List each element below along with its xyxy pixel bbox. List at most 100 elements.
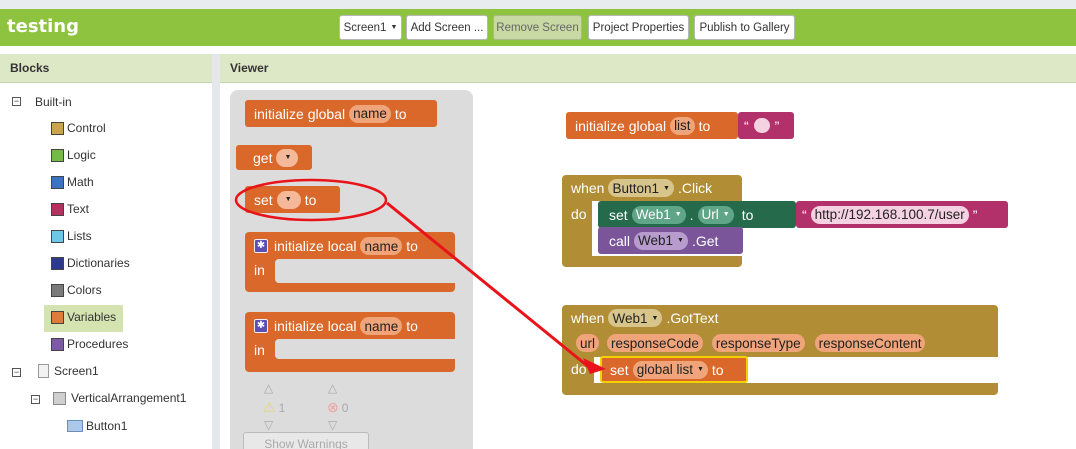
text-value-field[interactable] bbox=[753, 118, 770, 133]
set-global-list-block[interactable]: set global list ▼ to bbox=[600, 356, 748, 383]
component-dropdown[interactable]: Web1 ▼ bbox=[631, 205, 686, 224]
set-web1-url-block[interactable]: set Web1 ▼ . Url ▼ to bbox=[598, 201, 796, 228]
block-text: initialize global bbox=[575, 117, 667, 134]
tree-category-logic[interactable]: Logic bbox=[51, 148, 96, 162]
name-field[interactable]: name bbox=[360, 317, 403, 335]
collapse-icon[interactable]: − bbox=[12, 97, 21, 106]
block-text: set bbox=[610, 361, 629, 378]
arrangement-icon bbox=[53, 391, 66, 405]
warning-icon: ⚠ bbox=[263, 399, 276, 415]
chevron-down-icon: ▼ bbox=[722, 211, 730, 218]
variable-dropdown[interactable]: global list ▼ bbox=[632, 360, 708, 379]
add-screen-button[interactable]: Add Screen ... bbox=[406, 15, 488, 40]
tree-category-label: Math bbox=[67, 175, 94, 189]
warning-up-arrow[interactable]: △ bbox=[264, 381, 273, 395]
variable-dropdown[interactable]: ▼ bbox=[276, 148, 299, 167]
dropdown-value: Web1 bbox=[635, 207, 671, 222]
param-response-type[interactable]: responseType bbox=[711, 334, 805, 352]
tree-vertical-arrangement[interactable]: VerticalArrangement1 bbox=[53, 391, 186, 405]
flyout-init-global-block[interactable]: initialize global name to bbox=[245, 100, 437, 127]
tree-category-control[interactable]: Control bbox=[51, 121, 106, 135]
flyout-init-local-block-2[interactable]: ✱ initialize local name to in bbox=[245, 312, 455, 372]
property-dropdown[interactable]: Url ▼ bbox=[697, 205, 734, 224]
tree-category-label: Dictionaries bbox=[67, 256, 130, 270]
tree-category-math[interactable]: Math bbox=[51, 175, 94, 189]
blocks-panel-header: Blocks bbox=[0, 54, 212, 83]
call-web1-get-block[interactable]: call Web1 ▼ .Get bbox=[598, 227, 743, 254]
error-counter: ⊗ 0 bbox=[327, 399, 348, 416]
url-text-field[interactable]: http://192.168.100.7/user bbox=[810, 205, 969, 224]
name-field[interactable]: name bbox=[349, 104, 391, 123]
category-swatch-icon bbox=[51, 121, 64, 135]
block-text: when bbox=[571, 310, 605, 326]
block-text: call bbox=[609, 232, 631, 249]
warning-down-arrow[interactable]: ▽ bbox=[264, 418, 273, 432]
category-swatch-icon bbox=[51, 337, 64, 351]
block-text: to bbox=[741, 206, 754, 223]
tree-arrangement-label: VerticalArrangement1 bbox=[71, 391, 187, 405]
gear-icon[interactable]: ✱ bbox=[254, 319, 268, 333]
warning-count: 1 bbox=[278, 400, 286, 415]
tree-button1-label: Button1 bbox=[86, 419, 128, 433]
param-url[interactable]: url bbox=[576, 334, 600, 352]
gear-icon[interactable]: ✱ bbox=[254, 239, 268, 253]
show-warnings-button[interactable]: Show Warnings bbox=[243, 432, 369, 449]
block-text: to bbox=[394, 105, 407, 122]
tree-category-procedures[interactable]: Procedures bbox=[51, 337, 128, 351]
tree-screen1[interactable]: Screen1 bbox=[38, 364, 99, 378]
tree-category-variables[interactable]: Variables bbox=[51, 310, 116, 324]
component-dropdown[interactable]: Web1 ▼ bbox=[634, 231, 688, 250]
block-text: initialize local bbox=[274, 318, 357, 334]
panel-divider[interactable] bbox=[212, 54, 220, 449]
chevron-down-icon: ▼ bbox=[696, 366, 704, 373]
category-swatch-icon bbox=[51, 175, 64, 189]
tree-category-lists[interactable]: Lists bbox=[51, 229, 92, 243]
init-global-list-block[interactable]: initialize global list to bbox=[566, 112, 738, 139]
collapse-icon[interactable]: − bbox=[12, 368, 21, 377]
warning-counter: ⚠ 1 bbox=[263, 399, 285, 416]
tree-button1[interactable]: Button1 bbox=[67, 419, 127, 433]
block-text: to bbox=[698, 117, 711, 134]
screen-icon bbox=[38, 364, 49, 378]
screen-select[interactable]: Screen1 ▼ bbox=[339, 15, 402, 40]
chevron-down-icon: ▼ bbox=[390, 24, 398, 31]
param-response-content[interactable]: responseContent bbox=[814, 334, 926, 352]
remove-screen-button[interactable]: Remove Screen bbox=[493, 15, 582, 40]
block-text: get bbox=[253, 149, 273, 166]
publish-gallery-button[interactable]: Publish to Gallery bbox=[694, 15, 795, 40]
chevron-down-icon: ▼ bbox=[674, 211, 682, 218]
tree-category-text[interactable]: Text bbox=[51, 202, 89, 216]
block-text: to bbox=[406, 238, 418, 254]
tree-category-label: Text bbox=[67, 202, 90, 216]
project-properties-button[interactable]: Project Properties bbox=[588, 15, 689, 40]
error-up-arrow[interactable]: △ bbox=[328, 381, 337, 395]
dropdown-value: Web1 bbox=[638, 233, 674, 248]
error-down-arrow[interactable]: ▽ bbox=[328, 418, 337, 432]
variable-name-field[interactable]: list bbox=[670, 116, 695, 135]
quote-open: “ bbox=[744, 117, 749, 134]
category-swatch-icon bbox=[51, 148, 64, 162]
dropdown-value: Web1 bbox=[612, 310, 648, 326]
param-response-code[interactable]: responseCode bbox=[607, 334, 703, 352]
flyout-set-block[interactable]: set ▼ to bbox=[245, 186, 340, 213]
empty-text-block[interactable]: “ ” bbox=[738, 112, 794, 139]
flyout-get-block[interactable]: get ▼ bbox=[236, 145, 312, 170]
tree-category-colors[interactable]: Colors bbox=[51, 283, 102, 297]
category-swatch-icon bbox=[51, 283, 64, 297]
component-dropdown[interactable]: Button1 ▼ bbox=[608, 179, 674, 197]
name-field[interactable]: name bbox=[360, 237, 403, 255]
tree-category-dictionaries[interactable]: Dictionaries bbox=[51, 256, 130, 270]
flyout-init-local-block-1[interactable]: ✱ initialize local name to in bbox=[245, 232, 455, 292]
url-text-block[interactable]: “ http://192.168.100.7/user ” bbox=[796, 201, 1008, 228]
block-text: to bbox=[304, 191, 317, 208]
block-text: to bbox=[711, 361, 724, 378]
component-dropdown[interactable]: Web1 ▼ bbox=[608, 309, 663, 327]
block-text: initialize local bbox=[274, 238, 357, 254]
tree-builtin[interactable]: Built-in bbox=[35, 95, 72, 109]
collapse-icon[interactable]: − bbox=[31, 395, 40, 404]
viewer-panel-header: Viewer bbox=[220, 54, 1076, 83]
block-text: when bbox=[571, 180, 605, 196]
error-icon: ⊗ bbox=[327, 399, 339, 415]
variable-dropdown[interactable]: ▼ bbox=[276, 190, 301, 209]
chevron-down-icon: ▼ bbox=[677, 237, 684, 244]
